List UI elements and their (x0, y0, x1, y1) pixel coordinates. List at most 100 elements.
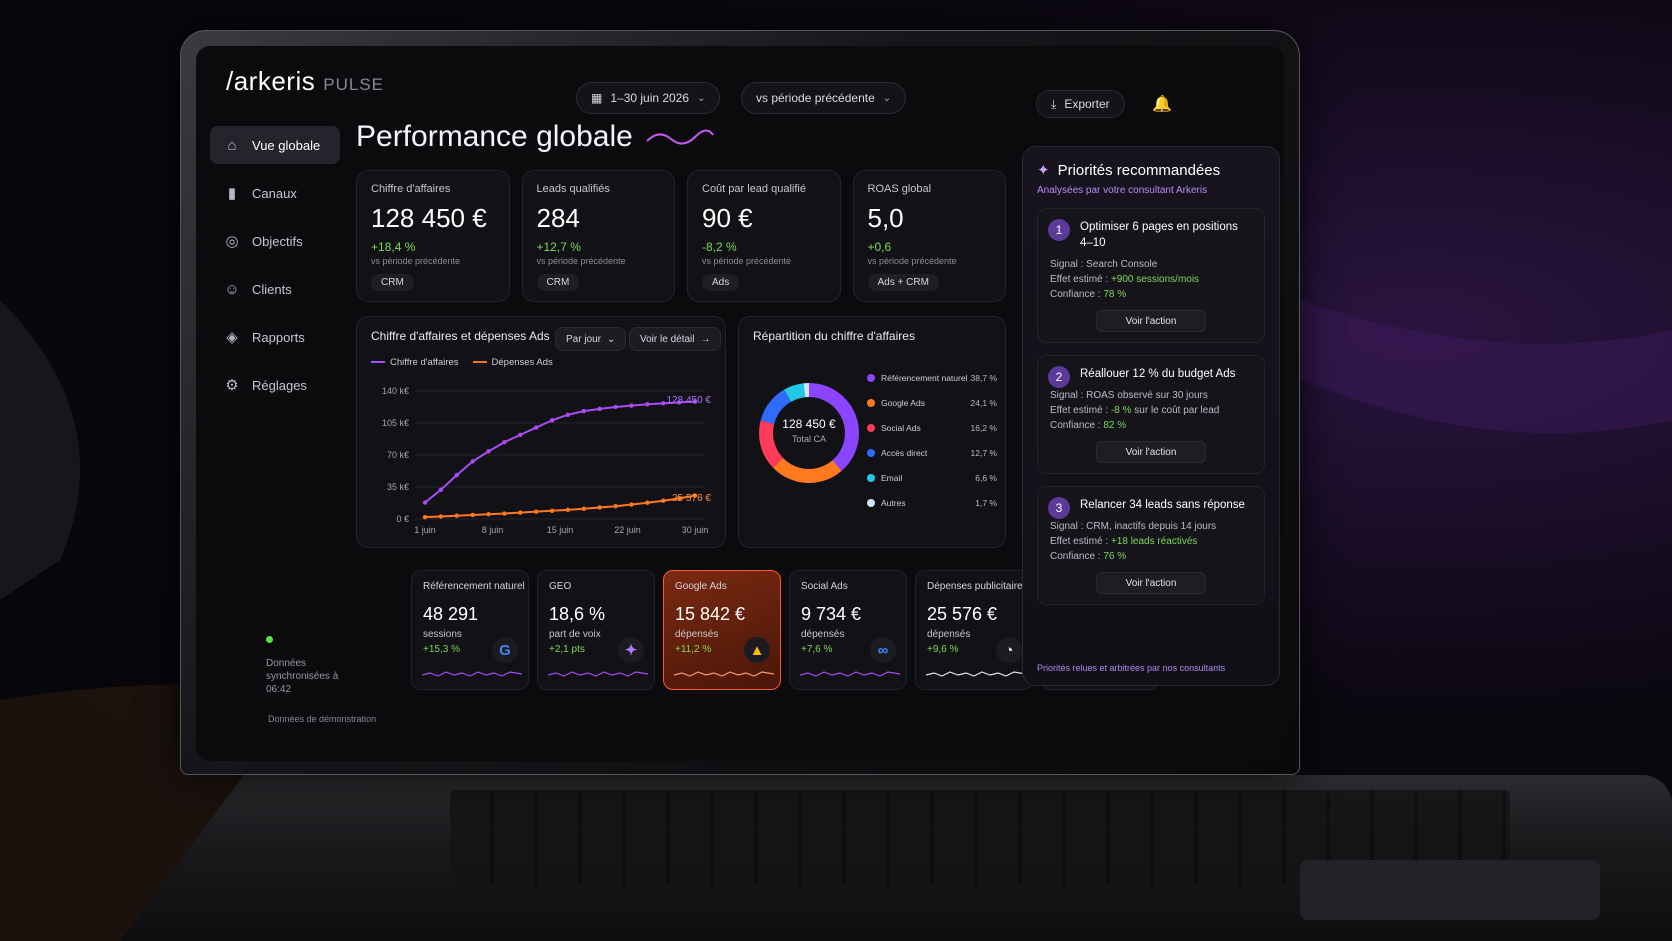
dashboard-screen: /arkeris PULSE ▦ 1–30 juin 2026 ⌄ vs péri… (196, 46, 1284, 761)
channel-card[interactable]: Référencement naturel 48 291 sessions +1… (411, 570, 529, 690)
data-point[interactable] (454, 472, 459, 478)
data-point[interactable] (518, 432, 523, 438)
legend-name: Référencement naturel (881, 372, 968, 383)
series-line (424, 494, 696, 519)
brand-logo[interactable]: /arkeris PULSE (226, 66, 384, 97)
arrow-right-icon: → (700, 333, 711, 345)
data-point[interactable] (549, 508, 555, 513)
confidence-prefix: Confiance : (1050, 551, 1104, 562)
data-point[interactable] (422, 500, 428, 505)
export-button[interactable]: ⤓ Exporter (1036, 90, 1125, 118)
data-point[interactable] (422, 514, 428, 520)
data-point[interactable] (629, 502, 634, 507)
kpi-card-cost-per-lead[interactable]: Coût par lead qualifié 90 € -8,2 % vs pé… (687, 170, 841, 302)
kpi-card-roas[interactable]: ROAS global 5,0 +0,6 vs période précéden… (852, 170, 1006, 302)
kpi-label: ROAS global (867, 183, 932, 195)
view-action-button[interactable]: Voir l'action (1096, 441, 1206, 463)
sparkle-icon: ✦ (618, 637, 644, 663)
data-point[interactable] (518, 510, 523, 515)
legend-dot (867, 498, 875, 507)
donut-legend-item[interactable]: Google Ads 24,1 % (867, 390, 997, 415)
data-point[interactable] (565, 507, 571, 513)
data-point[interactable] (661, 401, 666, 406)
data-point[interactable] (597, 505, 602, 510)
view-action-button[interactable]: Voir l'action (1096, 572, 1206, 594)
legend-item-revenue[interactable]: Chiffre d'affaires (371, 357, 459, 368)
date-range-picker[interactable]: ▦ 1–30 juin 2026 ⌄ (576, 82, 721, 114)
squiggle-icon (646, 129, 714, 145)
donut-segment[interactable] (772, 457, 842, 483)
data-point[interactable] (597, 406, 602, 412)
sidebar-item-reglages[interactable]: ⚙ Réglages (210, 366, 340, 404)
compare-selector[interactable]: vs période précédente ⌄ (741, 82, 907, 114)
channel-card[interactable]: Social Ads 9 734 € dépensés +7,6 % ∞ (789, 570, 907, 690)
sidebar-item-rapports[interactable]: ◈ Rapports (210, 318, 340, 356)
priority-number: 3 (1048, 497, 1070, 519)
legend-dot (867, 448, 875, 457)
priority-signal: Signal : CRM, inactifs depuis 14 jours (1050, 521, 1217, 532)
channel-value: 18,6 % (549, 604, 606, 624)
data-point[interactable] (486, 449, 491, 454)
legend-label: Chiffre d'affaires (390, 357, 459, 368)
donut-center-label: Total CA (791, 434, 826, 444)
priorities-footer[interactable]: Priorités relues et arbitrées par nos co… (1037, 663, 1225, 673)
data-point[interactable] (486, 512, 491, 517)
kpi-delta: +12,7 % (536, 240, 581, 254)
channel-card[interactable]: GEO 18,6 % part de voix +2,1 pts ✦ (537, 570, 655, 690)
bell-icon[interactable]: 🔔 (1146, 88, 1178, 120)
sidebar-item-vue-globale[interactable]: ⌂ Vue globale (210, 126, 340, 164)
donut-legend-item[interactable]: Social Ads 16,2 % (867, 415, 997, 440)
data-point[interactable] (613, 404, 618, 410)
view-action-button[interactable]: Voir l'action (1096, 310, 1206, 332)
chevron-down-icon: ⌄ (697, 92, 706, 104)
data-point[interactable] (502, 511, 507, 516)
donut-legend-item[interactable]: Autres 1,7 % (867, 490, 997, 515)
chart-legend: Chiffre d'affaires Dépenses Ads (371, 357, 711, 368)
data-point[interactable] (470, 459, 475, 464)
data-point[interactable] (661, 498, 666, 503)
view-detail-button[interactable]: Voir le détail → (629, 327, 722, 351)
kpi-compare: vs période précédente (867, 256, 957, 266)
demo-notice: Données de démonstration (268, 714, 377, 724)
data-point[interactable] (470, 512, 475, 518)
sidebar-item-label: Rapports (252, 329, 305, 345)
period-dropdown[interactable]: Par jour ⌄ (555, 327, 627, 351)
donut-center-value: 128 450 € (782, 417, 836, 431)
confidence-prefix: Confiance : (1050, 289, 1104, 300)
channel-card[interactable]: Google Ads 15 842 € dépensés +11,2 % ▲ (663, 570, 781, 690)
legend-pct: 1,7 % (975, 497, 997, 508)
legend-item-ads[interactable]: Dépenses Ads (472, 357, 553, 368)
data-point[interactable] (645, 500, 650, 505)
data-point[interactable] (645, 402, 650, 407)
kpi-card-leads[interactable]: Leads qualifiés 284 +12,7 % vs période p… (521, 170, 675, 302)
legend-name: Autres (881, 497, 906, 508)
data-point[interactable] (438, 487, 444, 492)
channel-card[interactable]: Dépenses publicitaires 25 576 € dépensés… (915, 570, 1033, 690)
data-point[interactable] (629, 403, 634, 408)
donut-legend-item[interactable]: Accès direct 12,7 % (867, 440, 997, 465)
kpi-card-revenue[interactable]: Chiffre d'affaires 128 450 € +18,4 % vs … (356, 170, 510, 302)
donut-legend-item[interactable]: Email 6,6 % (867, 465, 997, 490)
donut-legend-item[interactable]: Référencement naturel 38,7 % (867, 365, 997, 390)
data-point[interactable] (581, 408, 587, 414)
compare-label: vs période précédente (756, 91, 875, 105)
sidebar-item-clients[interactable]: ☺ Clients (210, 270, 340, 308)
data-point[interactable] (549, 418, 555, 423)
confidence-value: 82 % (1103, 420, 1127, 431)
data-point[interactable] (502, 440, 507, 445)
legend-label: Dépenses Ads (491, 357, 553, 368)
google-ads-icon: ▲ (744, 637, 770, 663)
data-point[interactable] (613, 504, 618, 509)
data-point[interactable] (565, 412, 571, 417)
sidebar-item-objectifs[interactable]: ◎ Objectifs (210, 222, 340, 260)
data-point[interactable] (581, 506, 587, 511)
data-point[interactable] (438, 514, 444, 519)
kpi-compare: vs période précédente (702, 256, 792, 266)
sidebar-item-canaux[interactable]: ▮ Canaux (210, 174, 340, 212)
priority-card: 1 Optimiser 6 pages en positions 4–10 Si… (1037, 208, 1265, 343)
data-point[interactable] (454, 513, 459, 518)
data-point[interactable] (533, 425, 539, 430)
kpi-label: Leads qualifiés (536, 183, 610, 195)
x-tick-label: 30 juin (682, 525, 709, 535)
data-point[interactable] (533, 509, 539, 514)
